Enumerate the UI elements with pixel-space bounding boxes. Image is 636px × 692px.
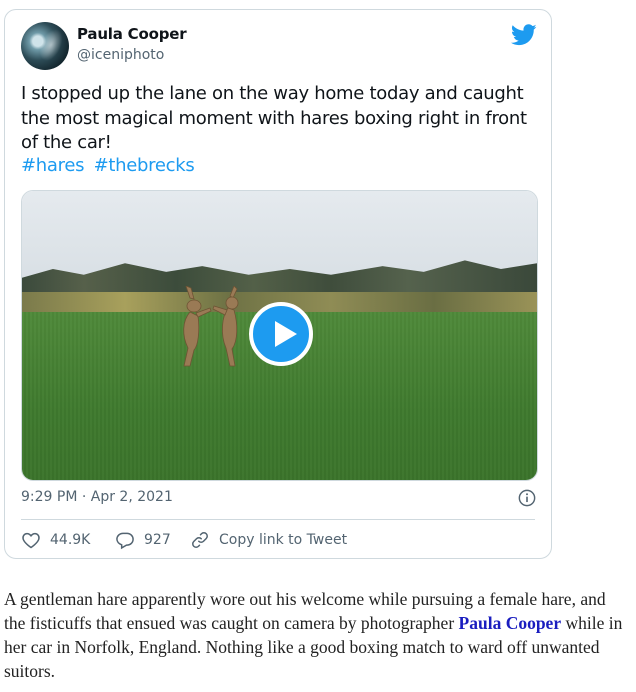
like-count: 44.9K	[50, 532, 91, 548]
user-handle[interactable]: @iceniphoto	[77, 47, 164, 63]
article-caption: A gentleman hare apparently wore out his…	[4, 587, 628, 683]
info-icon[interactable]	[518, 489, 536, 507]
heart-icon	[22, 532, 40, 549]
tweet-card[interactable]: Paula Cooper @iceniphoto I stopped up th…	[4, 9, 552, 559]
reply-count: 927	[144, 532, 171, 548]
tweet-text: I stopped up the lane on the way home to…	[21, 83, 527, 153]
avatar[interactable]	[21, 22, 69, 70]
hashtag-hares[interactable]: #hares	[21, 155, 84, 176]
display-name[interactable]: Paula Cooper	[77, 25, 187, 43]
photographer-link[interactable]: Paula Cooper	[459, 613, 562, 633]
reply-icon	[116, 532, 134, 550]
link-icon	[192, 532, 208, 548]
tweet-timestamp[interactable]: 9:29 PM · Apr 2, 2021	[21, 489, 173, 505]
twitter-bird-icon[interactable]	[511, 24, 537, 46]
hashtag-thebrecks[interactable]: #thebrecks	[94, 155, 195, 176]
play-button[interactable]	[249, 302, 313, 366]
like-action[interactable]: 44.9K	[21, 530, 90, 550]
hashtags: #hares #thebrecks	[21, 155, 198, 176]
reply-action[interactable]: 927	[115, 530, 171, 550]
divider	[21, 519, 535, 520]
boxing-hares-image	[183, 286, 239, 367]
video-thumbnail[interactable]	[21, 190, 538, 481]
copy-link-label: Copy link to Tweet	[219, 532, 348, 548]
copy-link-action[interactable]: Copy link to Tweet	[190, 530, 347, 550]
